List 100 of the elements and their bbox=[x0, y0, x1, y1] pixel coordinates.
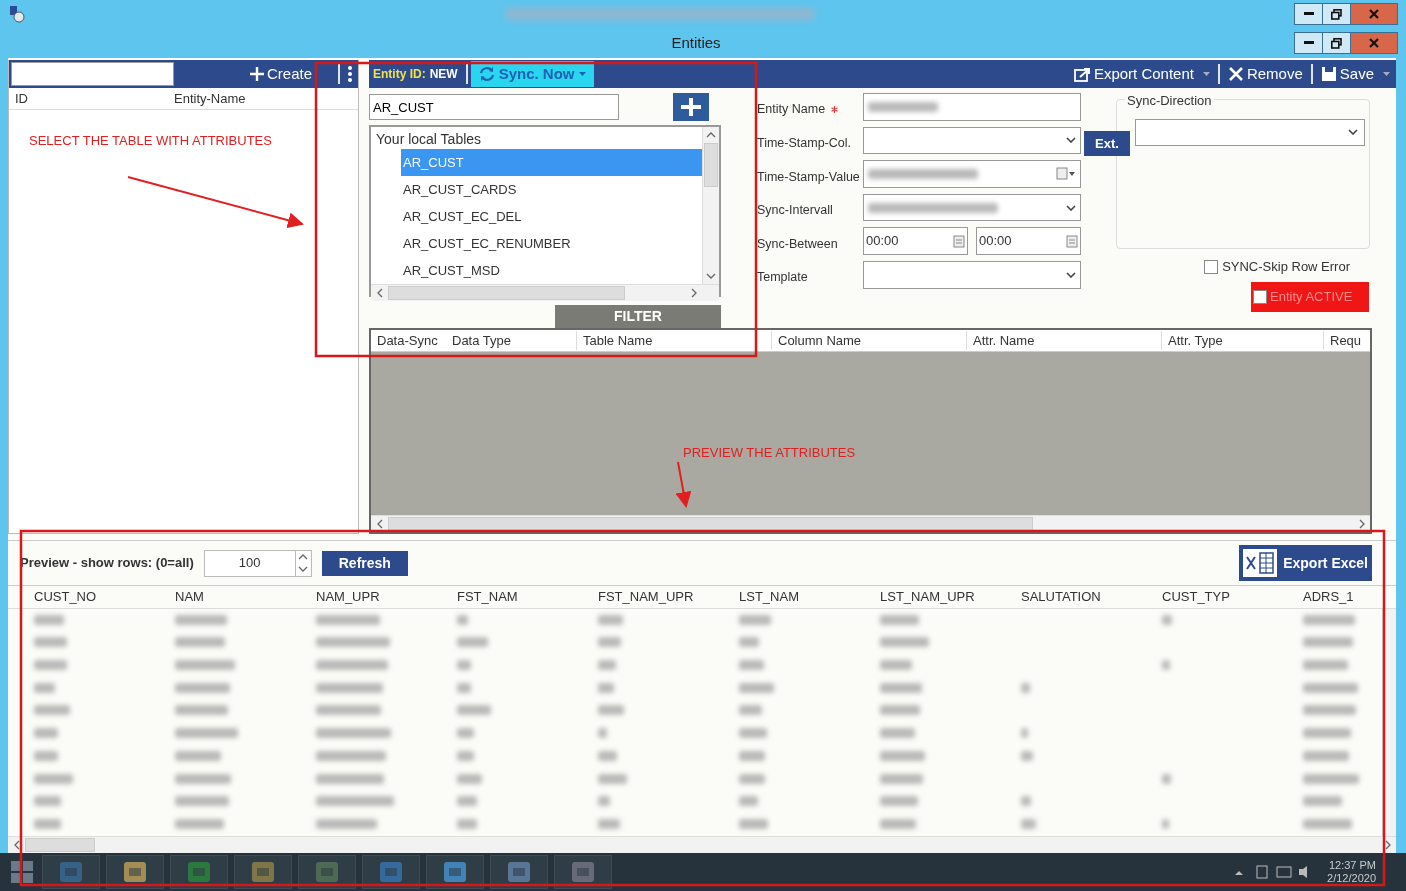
restore-button[interactable] bbox=[1323, 4, 1351, 24]
app-icon bbox=[442, 859, 468, 885]
table-list-item[interactable]: AR_CUST_MSD bbox=[401, 257, 702, 284]
scroll-right-icon[interactable] bbox=[1383, 840, 1392, 850]
table-name-field[interactable]: AR_CUST bbox=[369, 94, 619, 120]
redacted-text bbox=[316, 750, 386, 761]
redacted-text bbox=[598, 750, 617, 761]
redacted-text bbox=[739, 682, 774, 693]
redacted-text bbox=[1303, 796, 1342, 807]
scroll-thumb[interactable] bbox=[388, 517, 1033, 531]
chevron-down-icon bbox=[1066, 137, 1076, 144]
redacted-text bbox=[1021, 682, 1030, 693]
taskbar-app-button[interactable] bbox=[554, 855, 612, 889]
column-header: ADRS_1 bbox=[1303, 588, 1355, 607]
scroll-left-icon[interactable] bbox=[12, 840, 21, 850]
time-field[interactable]: 00:00 bbox=[976, 227, 1081, 255]
table-list-item[interactable]: AR_CUST_EC_RENUMBER bbox=[401, 230, 702, 257]
column-header: Data Type bbox=[451, 331, 513, 350]
redacted-text bbox=[175, 750, 221, 761]
scroll-down-icon[interactable] bbox=[297, 564, 308, 573]
redacted-text bbox=[598, 796, 610, 807]
checkbox[interactable] bbox=[1253, 289, 1267, 304]
scroll-up-icon[interactable] bbox=[706, 131, 716, 139]
search-field[interactable] bbox=[11, 62, 174, 86]
taskbar-app-button[interactable] bbox=[362, 855, 420, 889]
scroll-right-icon[interactable] bbox=[689, 288, 698, 298]
taskbar-app-button[interactable] bbox=[234, 855, 292, 889]
redacted-text bbox=[739, 660, 764, 670]
create-button[interactable]: Create bbox=[243, 61, 318, 87]
redacted-text bbox=[1303, 773, 1359, 784]
dropdown-field[interactable] bbox=[863, 193, 1081, 222]
ext-button[interactable]: Ext. bbox=[1084, 131, 1130, 156]
redacted-text bbox=[457, 705, 491, 716]
redacted-text bbox=[880, 705, 920, 716]
redacted-text bbox=[880, 728, 915, 739]
minimize-button[interactable] bbox=[1295, 33, 1323, 53]
taskbar-app-button[interactable] bbox=[106, 855, 164, 889]
column-header: Column Name bbox=[771, 330, 966, 351]
redacted-text bbox=[880, 660, 912, 670]
redacted-text bbox=[598, 773, 627, 784]
scroll-left-icon[interactable] bbox=[375, 519, 384, 529]
close-icon bbox=[1369, 9, 1379, 19]
export-button[interactable]: Export Content bbox=[1067, 61, 1216, 87]
close-button[interactable] bbox=[1351, 33, 1397, 53]
restore-button[interactable] bbox=[1323, 33, 1351, 53]
field-label: Template bbox=[757, 269, 808, 287]
filter-button[interactable]: FILTER bbox=[555, 305, 721, 328]
text-field[interactable] bbox=[863, 93, 1081, 121]
redacted-text bbox=[175, 614, 227, 625]
minimize-icon bbox=[1303, 41, 1314, 45]
taskbar-app-button[interactable] bbox=[490, 855, 548, 889]
close-button[interactable] bbox=[1351, 4, 1397, 24]
taskbar-app-button[interactable] bbox=[42, 855, 100, 889]
add-table-button[interactable] bbox=[673, 93, 709, 121]
column-header: SALUTATION bbox=[1021, 588, 1102, 607]
start-button[interactable] bbox=[8, 858, 36, 886]
dropdown-field[interactable] bbox=[863, 260, 1081, 289]
time-field[interactable]: 00:00 bbox=[863, 227, 968, 255]
remove-button[interactable]: Remove bbox=[1221, 61, 1309, 87]
row-count-field[interactable]: 100 bbox=[203, 549, 312, 577]
date-field[interactable] bbox=[863, 160, 1081, 188]
table-list-item[interactable]: AR_CUST_EC_DEL bbox=[401, 203, 702, 230]
time-value: 00:00 bbox=[979, 232, 1012, 251]
redacted-text bbox=[598, 682, 614, 693]
calendar-icon bbox=[1066, 234, 1078, 248]
scroll-thumb[interactable] bbox=[704, 143, 718, 187]
refresh-button[interactable]: Refresh bbox=[321, 550, 408, 576]
redacted-text bbox=[316, 818, 377, 829]
taskbar-app-button[interactable] bbox=[170, 855, 228, 889]
field-label: Time-Stamp-Value bbox=[757, 168, 860, 186]
taskbar-app-button[interactable] bbox=[298, 855, 356, 889]
redacted-text bbox=[34, 660, 67, 670]
scroll-left-icon[interactable] bbox=[375, 288, 384, 298]
dropdown-field[interactable] bbox=[863, 126, 1081, 155]
checkbox[interactable] bbox=[1204, 259, 1219, 274]
redacted-text bbox=[1303, 682, 1358, 693]
redacted-text bbox=[457, 818, 477, 829]
redacted-text bbox=[880, 637, 929, 648]
save-button[interactable]: Save bbox=[1314, 61, 1396, 87]
export-excel-button[interactable]: Export Excel bbox=[1239, 545, 1372, 581]
scroll-right-icon[interactable] bbox=[1357, 519, 1366, 529]
redacted-text bbox=[880, 796, 918, 807]
taskbar-app-button[interactable] bbox=[426, 855, 484, 889]
scroll-thumb[interactable] bbox=[25, 838, 95, 852]
redacted-text bbox=[34, 796, 61, 807]
scroll-thumb[interactable] bbox=[388, 286, 625, 300]
table-list-item[interactable]: AR_CUST_CARDS bbox=[401, 176, 702, 203]
redacted-text bbox=[739, 614, 771, 625]
scroll-down-icon[interactable] bbox=[706, 272, 716, 280]
redacted-text bbox=[34, 614, 64, 625]
field-label: Sync-Between bbox=[757, 235, 838, 253]
dropdown-field[interactable] bbox=[1135, 118, 1365, 146]
redacted-text bbox=[316, 682, 383, 693]
redacted-text bbox=[457, 637, 488, 648]
scroll-up-icon[interactable] bbox=[297, 552, 308, 561]
app-icon bbox=[314, 859, 340, 885]
column-header: Table Name bbox=[576, 330, 771, 351]
redacted-text bbox=[1303, 637, 1353, 648]
redacted-text bbox=[175, 705, 228, 716]
minimize-button[interactable] bbox=[1295, 4, 1323, 24]
